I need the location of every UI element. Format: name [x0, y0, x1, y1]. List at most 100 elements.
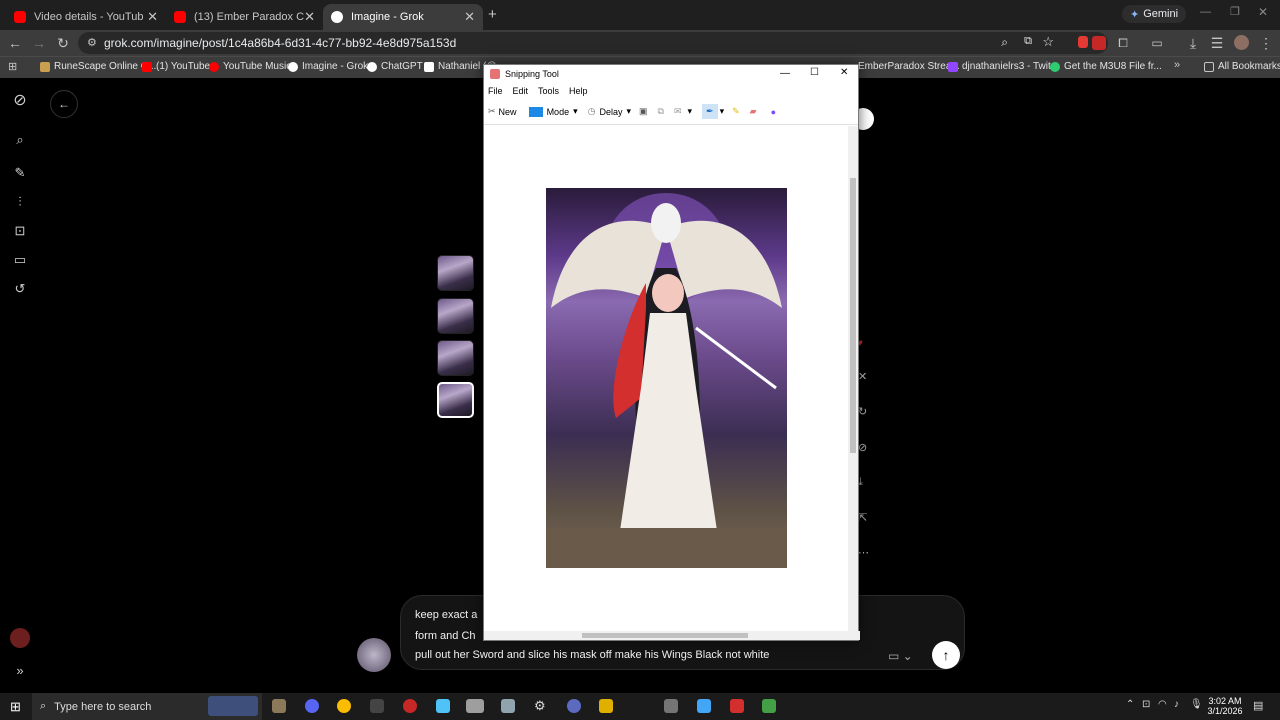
- vertical-scrollbar[interactable]: [848, 126, 858, 634]
- extension-red-icon[interactable]: [1092, 36, 1106, 50]
- app-icon[interactable]: [501, 699, 515, 713]
- bookmark-item[interactable]: ChatGPT: [367, 61, 423, 72]
- bookmark-item[interactable]: YouTube Music: [209, 61, 291, 72]
- bookmark-item[interactable]: EmberParadox Strea...: [858, 61, 960, 72]
- files-icon[interactable]: ▭: [12, 252, 28, 268]
- mode-button[interactable]: Mode: [547, 107, 570, 117]
- network-icon[interactable]: ⊡: [1142, 699, 1150, 710]
- obs-app-icon[interactable]: [403, 699, 417, 713]
- more-options-icon[interactable]: ⋯: [858, 546, 869, 559]
- copy-icon[interactable]: ⧉: [658, 106, 664, 117]
- tab-youtube-studio[interactable]: Video details - YouTube Studio ✕: [6, 4, 166, 30]
- gemini-button[interactable]: ✦ Gemini: [1122, 5, 1187, 23]
- bookmark-item[interactable]: (1) YouTube: [142, 61, 210, 72]
- mode-dropdown-icon[interactable]: ▾: [573, 106, 578, 117]
- vertical-scroll-thumb[interactable]: [850, 178, 856, 453]
- bookmark-item[interactable]: Imagine - Grok: [288, 61, 368, 72]
- thumbnail-1[interactable]: [437, 255, 474, 291]
- save-icon[interactable]: ▣: [639, 106, 648, 117]
- link-icon[interactable]: ⊘: [858, 441, 867, 454]
- adobe-app-icon[interactable]: [730, 699, 744, 713]
- runescape-app-icon[interactable]: [272, 699, 286, 713]
- new-button[interactable]: New: [499, 107, 517, 117]
- wifi-icon[interactable]: ◠: [1158, 699, 1167, 710]
- clock[interactable]: 3:02 AM 3/1/2026: [1207, 696, 1243, 716]
- app-icon[interactable]: [664, 699, 678, 713]
- menu-edit[interactable]: Edit: [513, 86, 529, 96]
- restore-window-icon[interactable]: ❐: [1230, 5, 1240, 18]
- discord-app-icon[interactable]: [305, 699, 319, 713]
- expand-sidebar-icon[interactable]: »: [12, 663, 28, 679]
- address-bar[interactable]: ⚙ grok.com/imagine/post/1c4a86b4-6d31-4c…: [78, 32, 1108, 54]
- maximize-icon[interactable]: ☐: [810, 67, 819, 78]
- app-icon[interactable]: [436, 699, 450, 713]
- bookmark-item[interactable]: djnathanielrs3 - Twit...: [948, 61, 1059, 72]
- image-attachment-avatar[interactable]: [357, 638, 391, 672]
- profile-avatar[interactable]: [1234, 35, 1249, 50]
- all-bookmarks[interactable]: All Bookmarks: [1204, 61, 1280, 72]
- horizontal-scroll-thumb[interactable]: [582, 633, 748, 638]
- notification-icon[interactable]: ▤: [1253, 699, 1263, 712]
- app-icon[interactable]: [762, 699, 776, 713]
- new-chat-icon[interactable]: ✎: [12, 165, 28, 181]
- bookmarks-overflow-icon[interactable]: »: [1174, 59, 1180, 71]
- thumbnail-2[interactable]: [437, 298, 474, 334]
- bookmark-item[interactable]: RuneScape Online C...: [40, 61, 156, 72]
- install-app-icon[interactable]: ⧉: [1024, 35, 1032, 48]
- tab-search-icon[interactable]: ☰: [1208, 34, 1226, 52]
- downloads-icon[interactable]: ⤓: [1184, 34, 1202, 52]
- tray-overflow-icon[interactable]: ⌃: [1126, 699, 1134, 710]
- extensions-puzzle-icon[interactable]: ⧠: [1114, 34, 1132, 52]
- highlighter-icon[interactable]: ✎: [732, 106, 740, 117]
- side-panel-icon[interactable]: ▭: [1148, 34, 1166, 52]
- grok-logo-icon[interactable]: ⊘: [12, 93, 28, 109]
- send-icon[interactable]: ✉: [674, 106, 682, 117]
- app-icon[interactable]: [567, 699, 581, 713]
- close-window-icon[interactable]: ✕: [1258, 5, 1268, 19]
- forward-arrow-icon[interactable]: →: [30, 34, 48, 52]
- close-tab-icon[interactable]: ✕: [147, 9, 158, 25]
- back-arrow-icon[interactable]: ←: [6, 34, 24, 52]
- voice-icon[interactable]: ⫶: [12, 194, 28, 210]
- site-info-icon[interactable]: ⚙: [87, 36, 97, 49]
- menu-help[interactable]: Help: [569, 86, 588, 96]
- history-icon[interactable]: ↺: [12, 281, 28, 297]
- tab-imagine-grok[interactable]: Imagine - Grok ✕: [323, 4, 483, 30]
- submit-button[interactable]: ↑: [932, 641, 960, 669]
- paint3d-icon[interactable]: ●: [771, 107, 776, 117]
- more-menu-icon[interactable]: ⋮: [1257, 34, 1275, 52]
- delay-button[interactable]: Delay: [599, 107, 622, 117]
- microphone-icon[interactable]: 🎙: [1190, 699, 1203, 710]
- horizontal-scrollbar[interactable]: [484, 631, 860, 640]
- bookmark-item[interactable]: Get the M3U8 File fr...: [1050, 61, 1162, 72]
- pen-dropdown-icon[interactable]: ▾: [720, 106, 725, 117]
- menu-file[interactable]: File: [488, 86, 503, 96]
- eraser-icon[interactable]: ▰: [750, 106, 757, 117]
- bookmark-star-icon[interactable]: ☆: [1042, 34, 1054, 50]
- reload-icon[interactable]: ↻: [54, 34, 72, 52]
- send-dropdown-icon[interactable]: ▾: [688, 106, 693, 117]
- close-icon[interactable]: ✕: [858, 370, 867, 383]
- minimize-window-icon[interactable]: —: [1200, 6, 1211, 18]
- thumbnail-3[interactable]: [437, 340, 474, 376]
- extension-icon[interactable]: [1078, 36, 1088, 48]
- taskbar-search-box[interactable]: ⌕ Type here to search: [32, 693, 262, 720]
- calculator-app-icon[interactable]: [697, 699, 711, 713]
- close-tab-icon[interactable]: ✕: [464, 9, 475, 25]
- tab-ember-paradox[interactable]: (13) Ember Paradox Come for t ✕: [166, 4, 323, 30]
- start-windows-icon[interactable]: ⊞: [10, 699, 21, 715]
- chrome-app-icon[interactable]: [337, 699, 351, 713]
- volume-icon[interactable]: ♪: [1174, 699, 1179, 710]
- app-icon[interactable]: [599, 699, 613, 713]
- delay-dropdown-icon[interactable]: ▾: [626, 106, 631, 117]
- apps-grid-icon[interactable]: ⊞: [8, 60, 17, 73]
- imagine-icon[interactable]: ⊡: [12, 223, 28, 239]
- close-tab-icon[interactable]: ✕: [304, 9, 315, 25]
- refresh-icon[interactable]: ↻: [858, 405, 867, 418]
- new-tab-icon[interactable]: +: [488, 6, 497, 23]
- back-button[interactable]: ←: [50, 90, 78, 118]
- pen-icon[interactable]: ✒: [702, 104, 718, 119]
- snipping-tool-app-icon[interactable]: [466, 699, 484, 713]
- search-icon[interactable]: ⌕: [12, 132, 28, 148]
- zoom-icon[interactable]: ⌕: [1001, 35, 1008, 50]
